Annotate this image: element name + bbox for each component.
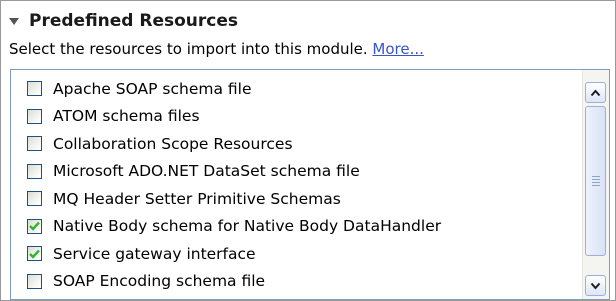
- checkbox-unchecked[interactable]: [27, 273, 42, 289]
- list-item-label: Service gateway interface: [53, 244, 256, 263]
- checkbox-unchecked[interactable]: [27, 163, 42, 179]
- checkbox-unchecked[interactable]: [27, 191, 42, 207]
- scroll-down-button[interactable]: [585, 275, 606, 296]
- description-text: Select the resources to import into this…: [9, 40, 373, 58]
- checkbox-unchecked[interactable]: [27, 136, 42, 152]
- list-item-label: Apache SOAP schema file: [53, 79, 252, 98]
- section-description: Select the resources to import into this…: [9, 40, 424, 58]
- list-item[interactable]: MQ Header Setter Primitive Schemas: [11, 185, 576, 213]
- checkbox-unchecked[interactable]: [27, 108, 42, 124]
- section-title: Predefined Resources: [29, 11, 239, 31]
- arrow-up-icon: [590, 88, 601, 96]
- list-item[interactable]: Native Body schema for Native Body DataH…: [11, 213, 576, 241]
- scroll-thumb[interactable]: [585, 106, 606, 256]
- list-item[interactable]: Service gateway interface: [11, 240, 576, 268]
- list-item[interactable]: Microsoft ADO.NET DataSet schema file: [11, 158, 576, 186]
- more-link[interactable]: More...: [372, 40, 424, 58]
- list-item-label: SOAP Encoding schema file: [53, 272, 266, 291]
- section-header[interactable]: Predefined Resources: [9, 9, 238, 33]
- list-item-label: Collaboration Scope Resources: [53, 134, 293, 153]
- list-item[interactable]: SOAP Encoding schema file: [11, 268, 576, 296]
- list-item[interactable]: Collaboration Scope Resources: [11, 130, 576, 158]
- expanded-twisty-icon[interactable]: [9, 18, 19, 25]
- arrow-down-icon: [590, 282, 601, 290]
- list-item-label: Native Body schema for Native Body DataH…: [53, 217, 442, 236]
- list-item-label: Microsoft ADO.NET DataSet schema file: [53, 162, 360, 181]
- checkmark-icon: [29, 249, 40, 259]
- checkbox-checked[interactable]: [27, 218, 42, 234]
- resources-list[interactable]: Apache SOAP schema file ATOM schema files…: [10, 69, 610, 300]
- list-item-label: ATOM schema files: [53, 107, 200, 126]
- scroll-grip-icon: [591, 176, 600, 186]
- checkbox-unchecked[interactable]: [27, 81, 42, 97]
- predefined-resources-panel: Predefined Resources Select the resource…: [0, 0, 616, 301]
- list-item-label: MQ Header Setter Primitive Schemas: [53, 189, 341, 208]
- resources-list-items: Apache SOAP schema file ATOM schema files…: [11, 75, 576, 295]
- list-item[interactable]: Apache SOAP schema file: [11, 75, 576, 103]
- list-item[interactable]: ATOM schema files: [11, 103, 576, 131]
- vertical-scrollbar[interactable]: [582, 70, 609, 299]
- scroll-up-button[interactable]: [585, 82, 606, 103]
- checkbox-checked[interactable]: [27, 246, 42, 262]
- checkmark-icon: [29, 221, 40, 231]
